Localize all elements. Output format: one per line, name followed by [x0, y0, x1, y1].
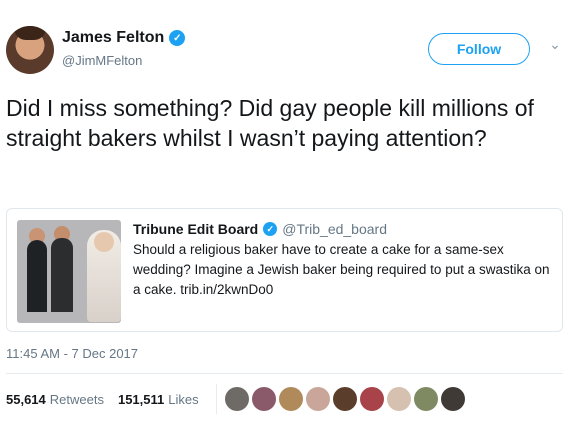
tweet-timestamp[interactable]: 11:45 AM - 7 Dec 2017 — [6, 346, 138, 361]
liker-avatar[interactable] — [306, 387, 330, 411]
author-name[interactable]: James Felton ✓ — [62, 29, 186, 47]
liker-avatar[interactable] — [441, 387, 465, 411]
quoted-tweet-text: Should a religious baker have to create … — [133, 242, 550, 297]
retweets-label[interactable]: Retweets — [50, 392, 104, 407]
bride-head — [94, 232, 114, 252]
quoted-author: Tribune Edit Board ✓ @Trib_ed_board — [133, 221, 387, 237]
tweet-text: Did I miss something? Did gay people kil… — [6, 95, 534, 151]
quoted-author-name: Tribune Edit Board — [133, 221, 259, 237]
quoted-author-handle: @Trib_ed_board — [282, 221, 387, 237]
liker-avatar[interactable] — [414, 387, 438, 411]
quoted-tweet-image[interactable] — [17, 220, 121, 323]
liker-avatars — [216, 384, 492, 414]
likes-count[interactable]: 151,511 — [118, 392, 164, 407]
verified-badge-icon: ✓ — [263, 222, 278, 236]
liker-avatar[interactable] — [252, 387, 276, 411]
retweets-count[interactable]: 55,614 — [6, 392, 46, 407]
chevron-down-icon[interactable]: ⌄ — [548, 38, 562, 52]
liker-avatar[interactable] — [225, 387, 249, 411]
liker-avatar[interactable] — [279, 387, 303, 411]
tweet-stats: 55,614 Retweets 151,511 Likes — [6, 392, 213, 407]
author-avatar[interactable] — [6, 26, 54, 74]
figurine-body — [27, 240, 47, 312]
quoted-tweet[interactable]: Tribune Edit Board ✓ @Trib_ed_board Shou… — [6, 208, 563, 332]
author-handle[interactable]: @JimMFelton — [62, 53, 142, 68]
liker-avatar[interactable] — [360, 387, 384, 411]
likes-label[interactable]: Likes — [168, 392, 198, 407]
figurine-body — [51, 238, 73, 312]
author-name-text[interactable]: James Felton — [62, 29, 164, 47]
verified-badge-icon: ✓ — [169, 30, 186, 46]
divider — [6, 373, 563, 374]
liker-avatar[interactable] — [333, 387, 357, 411]
follow-button[interactable]: Follow — [428, 33, 530, 65]
liker-avatar[interactable] — [387, 387, 411, 411]
